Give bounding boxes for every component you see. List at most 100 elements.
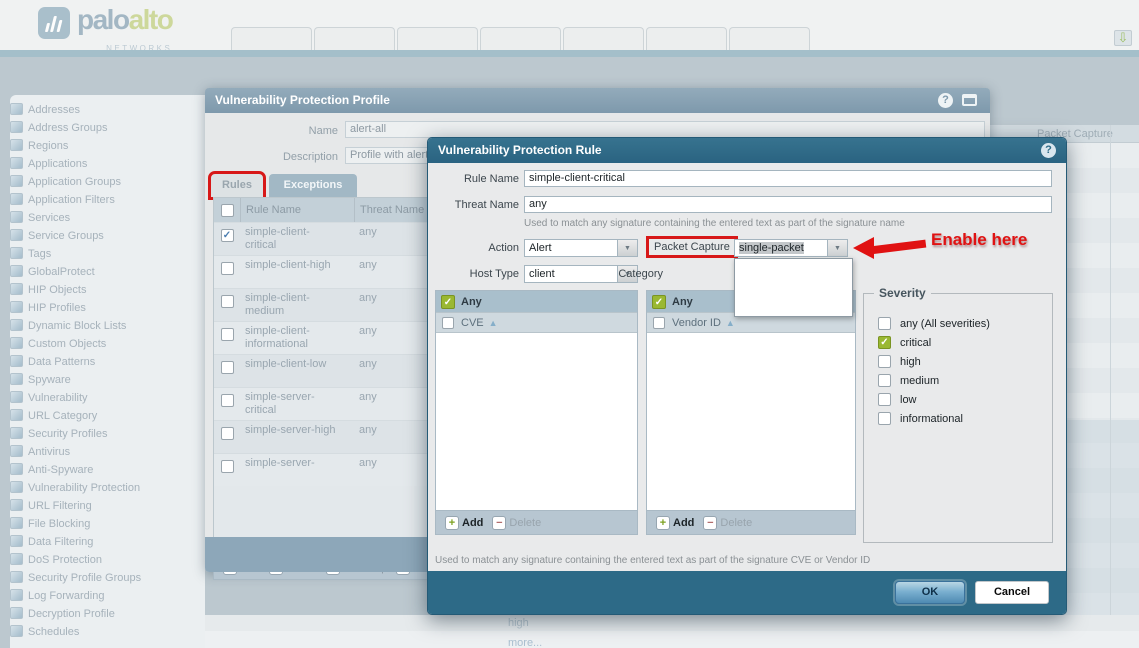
sidebar-item[interactable]: Service Groups xyxy=(10,227,205,245)
sidebar-item-label: Vulnerability Protection xyxy=(28,482,141,494)
nav-tab[interactable] xyxy=(729,27,810,50)
cve-select-all-checkbox[interactable] xyxy=(442,316,454,329)
sidebar-item[interactable]: URL Category xyxy=(10,407,205,425)
dropdown-option[interactable] xyxy=(735,278,852,297)
sort-asc-icon[interactable]: ▲ xyxy=(726,318,735,328)
sidebar-item[interactable]: Decryption Profile xyxy=(10,605,205,623)
sidebar-item[interactable]: Vulnerability xyxy=(10,389,205,407)
sidebar-item[interactable]: Antivirus xyxy=(10,443,205,461)
rule-name-input[interactable]: simple-client-critical xyxy=(524,170,1052,187)
sidebar-item[interactable]: DoS Protection xyxy=(10,551,205,569)
cve-any-row: Any xyxy=(436,291,637,312)
window-restore-icon[interactable] xyxy=(962,94,977,106)
action-dropdown[interactable]: Alert ▼ xyxy=(524,239,638,257)
sidebar-item[interactable]: File Blocking xyxy=(10,515,205,533)
severity-checkbox[interactable] xyxy=(878,412,891,425)
nav-tab[interactable] xyxy=(231,27,312,50)
vendor-delete-button[interactable]: Delete xyxy=(720,517,752,529)
action-value[interactable]: Alert xyxy=(524,239,617,257)
sidebar-item[interactable]: Addresses xyxy=(10,101,205,119)
sidebar-item[interactable]: ▼GlobalProtect xyxy=(10,263,205,281)
sidebar-item[interactable]: Log Forwarding xyxy=(10,587,205,605)
nav-tab[interactable] xyxy=(480,27,561,50)
sidebar-item[interactable]: ▼Custom Objects xyxy=(10,335,205,353)
tab-exceptions[interactable]: Exceptions xyxy=(269,174,357,197)
save-icon[interactable]: ⇩ xyxy=(1114,30,1132,46)
row-checkbox[interactable] xyxy=(220,295,234,308)
sort-asc-icon[interactable]: ▲ xyxy=(489,318,498,328)
delete-icon: − xyxy=(703,515,718,530)
row-checkbox[interactable] xyxy=(220,427,234,440)
severity-checkbox[interactable] xyxy=(878,355,891,368)
sidebar-item[interactable]: Data Filtering xyxy=(10,533,205,551)
severity-checkbox[interactable] xyxy=(878,374,891,387)
host-type-value[interactable]: client xyxy=(524,265,617,283)
dropdown-option[interactable] xyxy=(735,297,852,316)
background-severity-cell: high xyxy=(508,617,529,629)
sidebar-item[interactable]: Schedules xyxy=(10,623,205,641)
sidebar-item[interactable]: Dynamic Block Lists xyxy=(10,317,205,335)
dropdown-option[interactable] xyxy=(735,259,852,278)
help-icon[interactable]: ? xyxy=(938,93,953,108)
threat-name-input[interactable]: any xyxy=(524,196,1052,213)
severity-checkbox[interactable] xyxy=(878,336,891,349)
cve-any-checkbox[interactable] xyxy=(441,294,455,309)
cve-delete-button[interactable]: Delete xyxy=(509,517,541,529)
sidebar-item-label: Regions xyxy=(28,140,69,152)
sidebar-item[interactable]: Regions xyxy=(10,137,205,155)
row-checkbox[interactable] xyxy=(220,361,234,374)
dynamic-block-lists-icon xyxy=(10,319,23,331)
sidebar-item[interactable]: Address Groups xyxy=(10,119,205,137)
name-input[interactable]: alert-all xyxy=(345,121,985,138)
cancel-button[interactable]: Cancel xyxy=(975,581,1049,604)
nav-tab[interactable] xyxy=(646,27,727,50)
tab-rules[interactable]: Rules xyxy=(208,171,266,200)
select-all-checkbox[interactable] xyxy=(220,203,234,217)
sidebar-item[interactable]: Anti-Spyware xyxy=(10,461,205,479)
sidebar-item[interactable]: Applications xyxy=(10,155,205,173)
nav-tab[interactable] xyxy=(563,27,644,50)
cve-column-label[interactable]: CVE xyxy=(461,317,484,329)
vendor-select-all-checkbox[interactable] xyxy=(653,316,665,329)
row-checkbox[interactable] xyxy=(220,460,234,473)
help-icon[interactable]: ? xyxy=(1041,143,1056,158)
sidebar-item[interactable]: HIP Profiles xyxy=(10,299,205,317)
vendor-panel-toolbar: + Add − Delete xyxy=(647,510,855,534)
sidebar-item[interactable]: Spyware xyxy=(10,371,205,389)
nav-tab[interactable] xyxy=(314,27,395,50)
chevron-down-icon[interactable]: ▼ xyxy=(827,239,848,257)
sidebar-item-label: Schedules xyxy=(28,626,80,638)
sidebar-item[interactable]: HIP Objects xyxy=(10,281,205,299)
sidebar-item[interactable]: Security Profile Groups xyxy=(10,569,205,587)
category-label: Category xyxy=(618,268,663,280)
sidebar-item-label: Applications xyxy=(28,158,88,170)
row-checkbox[interactable] xyxy=(220,394,234,407)
sidebar-item[interactable]: Vulnerability Protection xyxy=(10,479,205,497)
severity-fieldset: Severity any (All severities) critical h… xyxy=(863,286,1053,543)
row-checkbox[interactable] xyxy=(220,262,234,275)
row-checkbox[interactable] xyxy=(220,328,234,341)
sidebar-item[interactable]: Application Filters xyxy=(10,191,205,209)
cve-add-button[interactable]: Add xyxy=(462,517,483,529)
packet-capture-dropdown[interactable]: single-packet ▼ xyxy=(734,239,848,257)
sidebar-item[interactable]: Data Patterns xyxy=(10,353,205,371)
sidebar-item[interactable]: Tags xyxy=(10,245,205,263)
severity-checkbox[interactable] xyxy=(878,393,891,406)
ok-button[interactable]: OK xyxy=(895,581,965,604)
row-checkbox[interactable] xyxy=(220,229,234,242)
rule-dialog-title: Vulnerability Protection Rule xyxy=(428,138,1066,163)
severity-checkbox[interactable] xyxy=(878,317,891,330)
chevron-down-icon[interactable]: ▼ xyxy=(617,239,638,257)
nav-tab[interactable] xyxy=(397,27,478,50)
rule-name-cell: simple-client-high xyxy=(245,259,331,271)
cve-column-header: CVE ▲ xyxy=(436,312,637,333)
sidebar-item[interactable]: URL Filtering xyxy=(10,497,205,515)
severity-legend: Severity xyxy=(874,286,931,300)
sidebar-item[interactable]: Application Groups xyxy=(10,173,205,191)
vendor-id-column-label[interactable]: Vendor ID xyxy=(672,317,721,329)
sidebar-item[interactable]: Services xyxy=(10,209,205,227)
vendor-add-button[interactable]: Add xyxy=(673,517,694,529)
vendor-any-checkbox[interactable] xyxy=(652,294,666,309)
column-rule-name[interactable]: Rule Name xyxy=(240,198,354,222)
sidebar-item[interactable]: ▼Security Profiles xyxy=(10,425,205,443)
